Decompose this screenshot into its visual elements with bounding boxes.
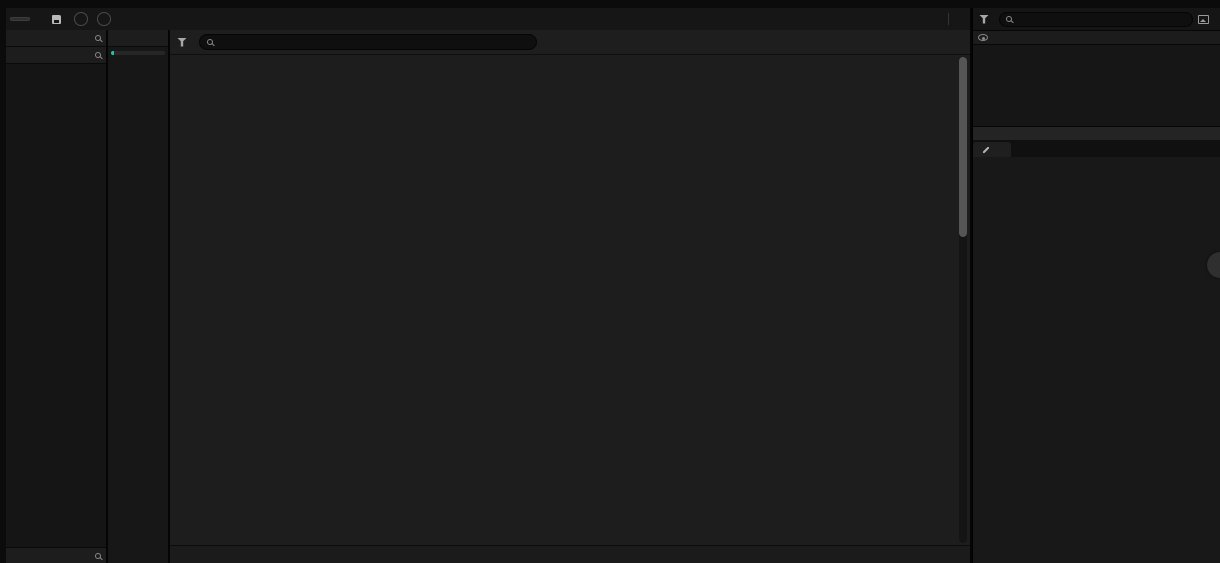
outliner-status-bar <box>973 126 1220 140</box>
outliner-column-headers <box>973 30 1220 45</box>
pencil-icon <box>982 145 990 154</box>
tab-details[interactable] <box>973 142 1011 157</box>
filters-header <box>108 30 168 47</box>
sources-sidebar <box>6 30 108 563</box>
search-icon[interactable] <box>95 35 101 41</box>
project-source-header[interactable] <box>6 47 106 64</box>
outliner-panel <box>972 8 1220 563</box>
browse-image-icon[interactable] <box>1198 14 1209 24</box>
asset-view <box>170 30 970 563</box>
filter-chip-static-mesh[interactable] <box>111 51 165 55</box>
asset-search-field[interactable] <box>199 34 537 50</box>
back-button[interactable] <box>74 12 88 26</box>
eye-icon[interactable] <box>978 34 988 41</box>
search-icon[interactable] <box>95 552 101 559</box>
outliner-toolbar <box>973 8 1220 30</box>
asset-count-bar <box>170 545 970 563</box>
asset-grid-viewport <box>170 55 970 545</box>
asset-search-bar <box>170 30 970 55</box>
filter-funnel-icon[interactable] <box>177 37 187 47</box>
details-empty-state <box>973 157 1220 563</box>
search-icon <box>207 39 213 45</box>
add-button[interactable] <box>10 17 30 21</box>
folder-tree <box>6 64 106 547</box>
asset-search-input[interactable] <box>218 37 524 47</box>
content-browser-panel <box>6 8 972 563</box>
import-button[interactable] <box>39 19 43 20</box>
outliner-search-field[interactable] <box>999 11 1193 27</box>
window-top-edge <box>0 0 1220 8</box>
save-icon <box>52 14 61 24</box>
outliner-rows <box>973 45 1220 126</box>
search-icon[interactable] <box>95 52 101 58</box>
toolbar-separator <box>948 13 949 25</box>
filter-funnel-icon[interactable] <box>979 14 989 24</box>
save-all-button[interactable] <box>52 14 65 24</box>
unreal-editor-window <box>0 0 1220 563</box>
favorites-header[interactable] <box>6 30 106 47</box>
outliner-search-input[interactable] <box>1016 14 1182 24</box>
forward-button[interactable] <box>97 12 111 26</box>
search-icon <box>1006 16 1012 22</box>
collections-section[interactable] <box>6 547 106 563</box>
content-browser-toolbar <box>6 8 970 30</box>
filters-panel <box>108 30 170 563</box>
scrollbar-thumb[interactable] <box>959 57 967 237</box>
scrollbar[interactable] <box>959 57 967 543</box>
details-tab-bar <box>973 140 1220 157</box>
